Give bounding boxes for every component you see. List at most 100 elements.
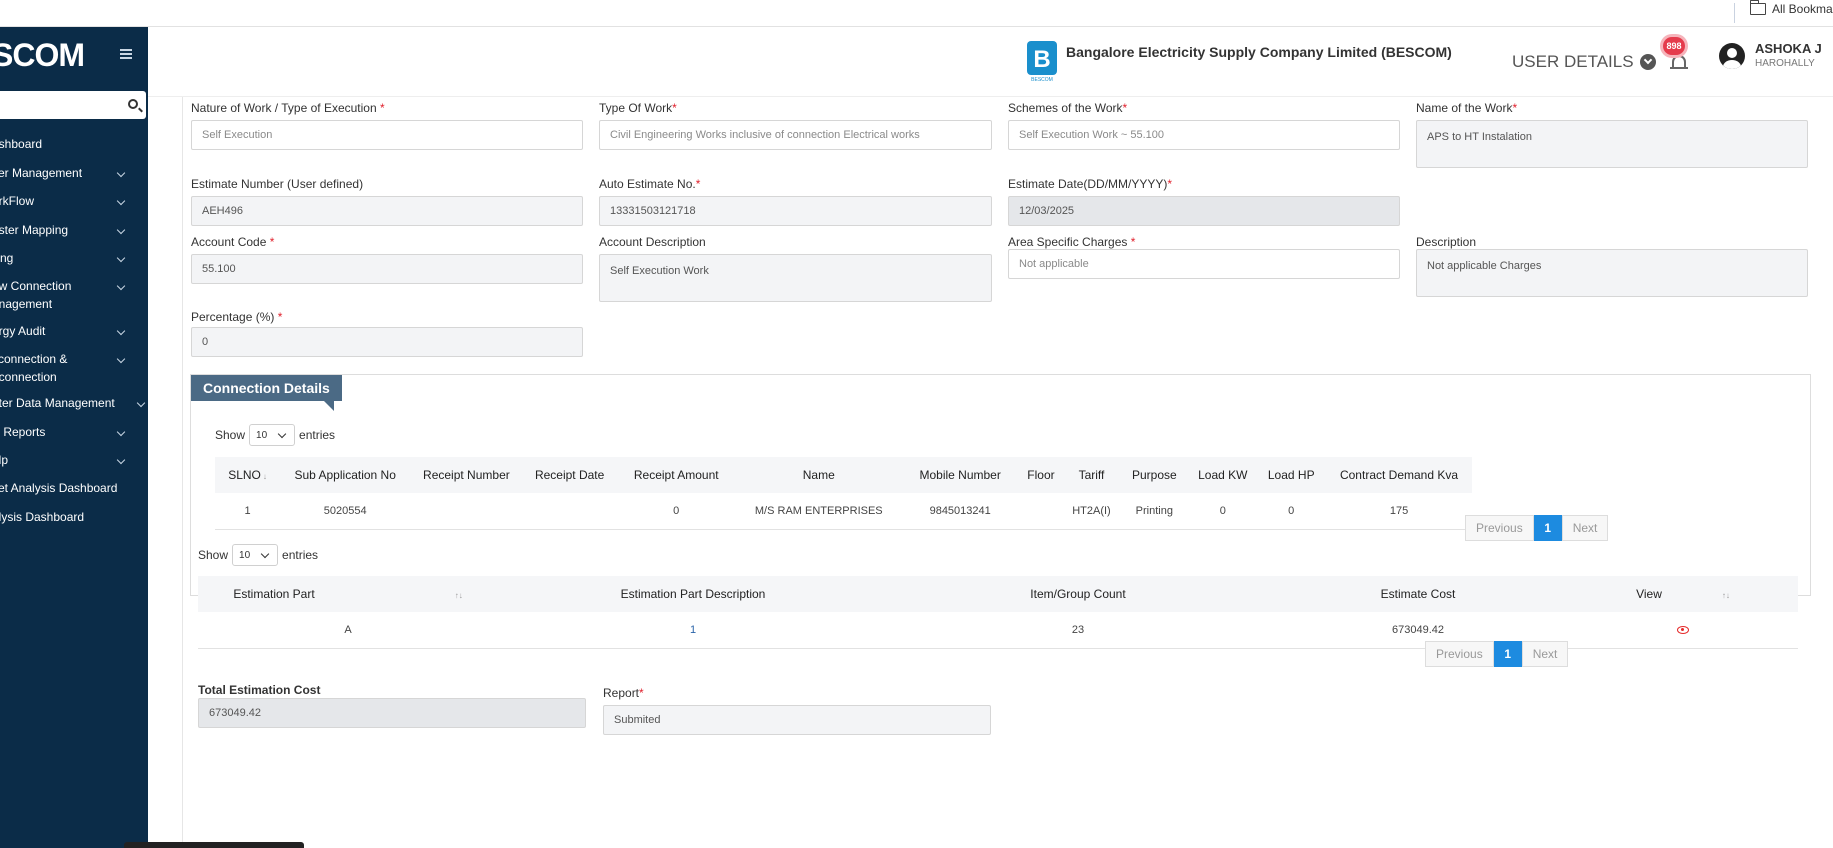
user-name: ASHOKA J (1755, 41, 1822, 56)
total-estimation-field[interactable]: 673049.42 (198, 698, 586, 728)
page-length-select[interactable]: 10 (249, 424, 296, 446)
sidebar-item-label: ew Connection (0, 279, 72, 293)
schemes-label: Schemes of the Work* (1008, 101, 1128, 115)
bell-icon[interactable] (1670, 52, 1688, 72)
sidebar-item-new-connection[interactable]: ew Connection anagement (0, 277, 148, 313)
sidebar-search-input[interactable] (0, 91, 146, 119)
area-charges-field[interactable]: Not applicable (1008, 249, 1400, 279)
search-icon[interactable] (128, 99, 138, 109)
top-header: B BESCOM Bangalore Electricity Supply Co… (148, 27, 1833, 97)
entries-label: entries (299, 428, 336, 442)
sort-icon[interactable]: ↑↓ (455, 591, 463, 600)
previous-page-button[interactable]: Previous (1425, 641, 1494, 667)
sidebar-item-help[interactable]: elp (0, 451, 148, 469)
description-field[interactable]: Not applicable Charges (1416, 249, 1808, 297)
column-header[interactable]: Contract Demand Kva (1326, 457, 1472, 493)
account-description-field[interactable]: Self Execution Work (599, 254, 992, 302)
connection-details-panel: Connection Details Show 10 entries SLNO ↓… (190, 374, 1811, 596)
column-header[interactable]: Sub Application No (280, 457, 411, 493)
sidebar-item-disconnection[interactable]: sconnection & econnection (0, 350, 148, 386)
column-header[interactable]: Item/Group Count (888, 576, 1268, 612)
sidebar-item-dashboard[interactable]: ashboard (0, 135, 148, 153)
column-header[interactable]: Receipt Amount (616, 457, 736, 493)
column-header[interactable]: Receipt Number (410, 457, 523, 493)
column-header[interactable]: Load KW (1189, 457, 1257, 493)
column-header[interactable]: Load HP (1256, 457, 1327, 493)
bescom-logo: B BESCOM (1027, 41, 1057, 83)
user-location: HAROHALLY (1755, 58, 1815, 69)
sidebar-item-label: eter Data Management (0, 396, 115, 410)
estimate-number-label: Estimate Number (User defined) (191, 177, 364, 191)
all-bookmarks-label: All Bookmarks (1772, 2, 1833, 16)
content-divider (182, 97, 183, 848)
column-header[interactable]: Estimation Part ↑↓ (198, 576, 498, 612)
percentage-field[interactable]: 0 (191, 327, 583, 357)
horizontal-scrollbar[interactable] (124, 842, 304, 848)
report-field[interactable]: Submited (603, 705, 991, 735)
description-label: Description (1416, 235, 1477, 249)
table-header-row: SLNO ↓ Sub Application No Receipt Number … (215, 457, 1472, 493)
sidebar-item-billing[interactable]: lling (0, 249, 148, 267)
estimation-length-control: Show 10 entries (198, 544, 318, 566)
page-1-button[interactable]: 1 (1493, 641, 1522, 667)
schemes-field[interactable]: Self Execution Work ~ 55.100 (1008, 120, 1400, 150)
table-cell (410, 493, 523, 530)
next-page-button[interactable]: Next (1521, 641, 1569, 667)
connection-details-title: Connection Details (191, 375, 342, 401)
user-details-dropdown[interactable]: USER DETAILS (1512, 52, 1656, 72)
connection-table: SLNO ↓ Sub Application No Receipt Number … (215, 457, 1472, 530)
name-of-work-field[interactable]: APS to HT Instalation (1416, 120, 1808, 168)
eye-icon[interactable] (1677, 625, 1689, 634)
sidebar-item-meter-data[interactable]: eter Data Management (0, 394, 148, 412)
sidebar-item-analysis-dashboard[interactable]: alysis Dashboard (0, 508, 148, 526)
column-header[interactable]: Receipt Date (522, 457, 617, 493)
nature-of-work-field[interactable]: Self Execution (191, 120, 583, 150)
nature-of-work-label: Nature of Work / Type of Execution * (191, 101, 385, 115)
table-cell: 175 (1326, 493, 1472, 530)
column-header[interactable]: Floor (1018, 457, 1064, 493)
notification-badge[interactable]: 898 (1663, 37, 1685, 55)
estimate-date-field[interactable]: 12/03/2025 (1008, 196, 1400, 226)
estimate-date-label: Estimate Date(DD/MM/YYYY)* (1008, 177, 1173, 191)
sidebar-item-ticket-analysis[interactable]: ket Analysis Dashboard (0, 479, 148, 497)
column-header[interactable]: Mobile Number (901, 457, 1019, 493)
page-length-select[interactable]: 10 (232, 544, 279, 566)
table-cell (1018, 493, 1064, 530)
table-header-row: Estimation Part ↑↓ Estimation Part Descri… (198, 576, 1798, 612)
sidebar-item-energy-audit[interactable]: ergy Audit (0, 322, 148, 340)
page-1-button[interactable]: 1 (1533, 515, 1562, 541)
company-name: Bangalore Electricity Supply Company Lim… (1066, 44, 1452, 60)
sidebar-item-label: orkFlow (0, 194, 35, 208)
column-header[interactable]: Purpose (1119, 457, 1190, 493)
estimate-number-field[interactable]: AEH496 (191, 196, 583, 226)
sidebar-item-reports[interactable]: S Reports (0, 423, 148, 441)
svg-text:B: B (1033, 46, 1050, 73)
column-header[interactable]: Tariff (1063, 457, 1120, 493)
chevron-down-icon (136, 398, 146, 408)
sidebar-item-user-management[interactable]: ser Management (0, 164, 148, 182)
column-header[interactable]: SLNO ↓ (215, 457, 281, 493)
auto-estimate-label: Auto Estimate No.* (599, 177, 701, 191)
percentage-label: Percentage (%) * (191, 310, 283, 324)
column-header[interactable]: Name (735, 457, 902, 493)
sort-icon[interactable]: ↓ (263, 472, 267, 481)
sidebar-item-workflow[interactable]: orkFlow (0, 192, 148, 210)
column-header[interactable]: Estimate Cost (1268, 576, 1568, 612)
type-of-work-field[interactable]: Civil Engineering Works inclusive of con… (599, 120, 992, 150)
sidebar-item-label: sconnection & (0, 352, 68, 366)
column-header[interactable]: View ↑↓ (1568, 576, 1798, 612)
account-code-field[interactable]: 55.100 (191, 254, 583, 284)
sidebar-item-master-mapping[interactable]: aster Mapping (0, 221, 148, 239)
auto-estimate-field[interactable]: 13331503121718 (599, 196, 992, 226)
hamburger-menu-icon[interactable] (120, 49, 132, 59)
total-estimation-label: Total Estimation Cost (198, 683, 321, 697)
avatar[interactable] (1719, 43, 1745, 69)
previous-page-button[interactable]: Previous (1465, 515, 1534, 541)
all-bookmarks-button[interactable]: All Bookmarks (1749, 0, 1833, 16)
column-header[interactable]: Estimation Part Description (498, 576, 888, 612)
svg-text:BESCOM: BESCOM (1031, 77, 1053, 83)
next-page-button[interactable]: Next (1561, 515, 1609, 541)
sort-icon[interactable]: ↑↓ (1722, 591, 1730, 600)
account-description-label: Account Description (599, 235, 706, 249)
sidebar-item-label: ser Management (0, 166, 83, 180)
